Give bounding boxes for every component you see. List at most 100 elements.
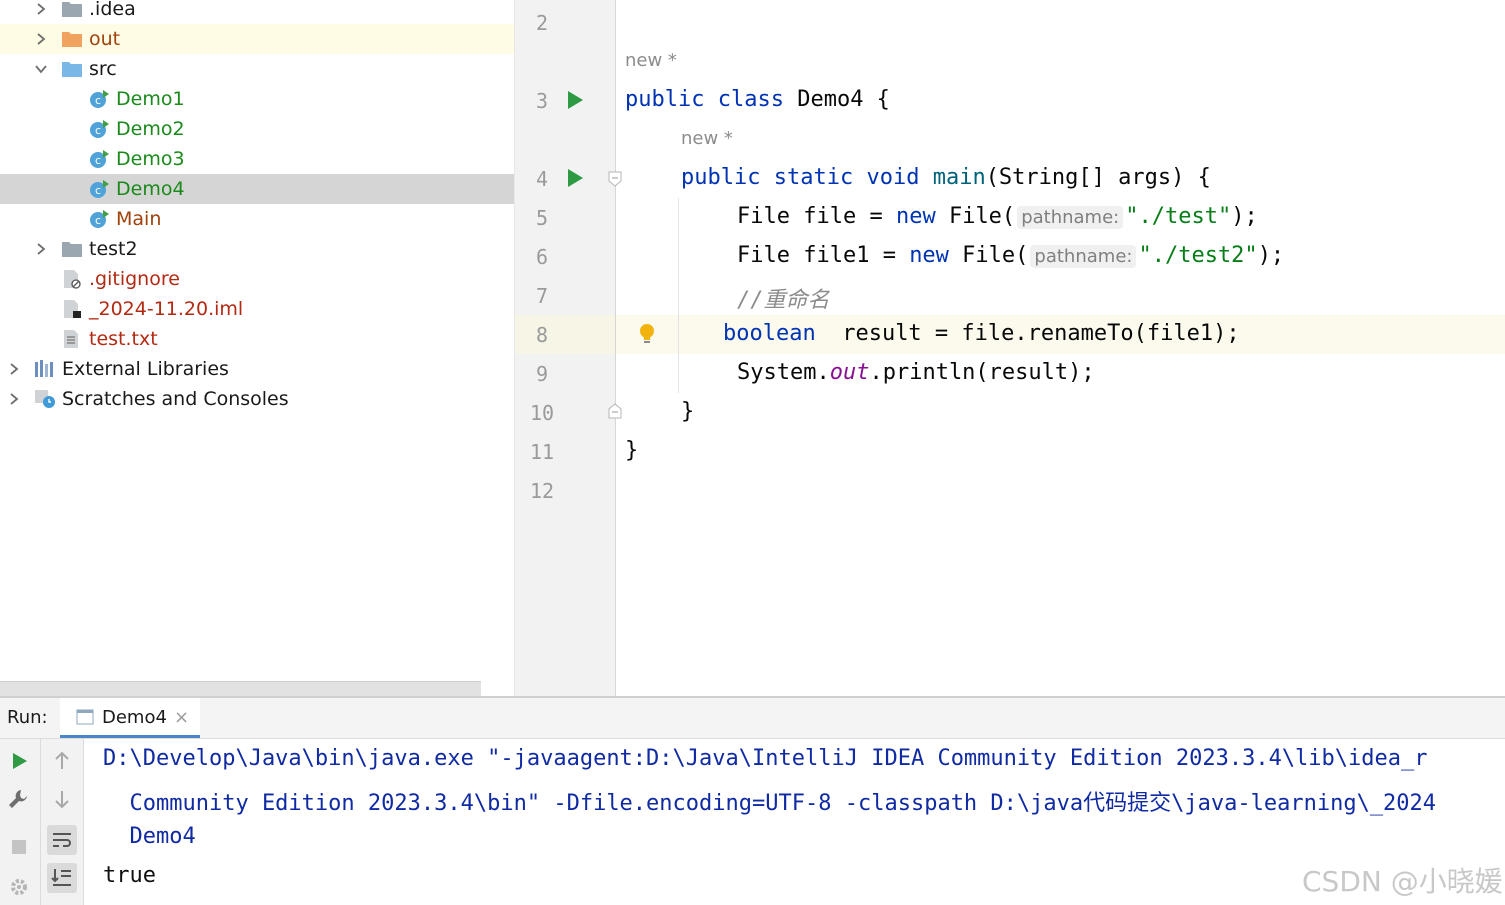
- java-class-icon: c: [90, 180, 109, 198]
- run-toolbar-secondary: [41, 739, 84, 905]
- code-line-5: File file = new File(pathname: "./test");: [737, 204, 1258, 229]
- tree-item-label: Demo2: [116, 118, 185, 140]
- indent-guide: [678, 198, 679, 393]
- scratches-icon: [35, 390, 55, 408]
- svg-text:c: c: [95, 184, 101, 197]
- console-icon: [76, 709, 94, 725]
- code-line-4: public static void main(String[] args) {: [681, 165, 1211, 190]
- tree-item-out[interactable]: out: [0, 24, 514, 54]
- tree-item-label: .idea: [89, 0, 136, 20]
- close-tab-icon[interactable]: ×: [174, 707, 189, 728]
- chevron-right-icon[interactable]: [7, 392, 21, 406]
- line-number: 10: [529, 401, 555, 425]
- line-number: 8: [535, 323, 549, 347]
- java-class-icon: c: [90, 150, 109, 168]
- java-class-icon: c: [90, 90, 109, 108]
- run-class-icon[interactable]: [568, 91, 583, 109]
- tree-item-gitignore[interactable]: .gitignore: [0, 264, 514, 294]
- console-output[interactable]: D:\Develop\Java\bin\java.exe "-javaagent…: [84, 739, 1505, 905]
- arrow-down-icon[interactable]: [50, 787, 74, 811]
- run-toolbar-primary: [0, 739, 41, 905]
- run-tool-window-header: Run: Demo4 ×: [0, 698, 1505, 739]
- console-line: Demo4: [103, 824, 196, 849]
- tree-item-external-libraries[interactable]: External Libraries: [0, 354, 514, 384]
- tree-item-label: _2024-11.20.iml: [89, 298, 244, 320]
- code-line-11: }: [625, 438, 639, 463]
- tree-item-main[interactable]: c Main: [0, 204, 514, 234]
- chevron-right-icon[interactable]: [7, 362, 21, 376]
- chevron-right-icon[interactable]: [34, 242, 48, 256]
- tree-item-demo3[interactable]: c Demo3: [0, 144, 514, 174]
- parameter-hint: pathname:: [1017, 206, 1124, 229]
- code-vision-hint[interactable]: new *: [681, 128, 733, 149]
- tree-item-label: test2: [89, 238, 138, 260]
- java-class-icon: c: [90, 120, 109, 138]
- watermark: CSDN @小晓媛: [1302, 865, 1503, 898]
- line-number: 3: [535, 89, 549, 113]
- tree-item-scratches[interactable]: Scratches and Consoles: [0, 384, 514, 414]
- tree-item-label: External Libraries: [62, 358, 229, 380]
- stop-icon[interactable]: [7, 835, 31, 859]
- settings-icon[interactable]: [7, 875, 31, 899]
- tree-item-src[interactable]: src: [0, 54, 514, 84]
- tree-item-label: out: [89, 28, 121, 50]
- line-number: 9: [535, 362, 549, 386]
- tree-item-demo4[interactable]: c Demo4: [0, 174, 514, 204]
- tree-item-idea[interactable]: .idea: [0, 0, 514, 24]
- arrow-up-icon[interactable]: [50, 749, 74, 773]
- console-line: Community Edition 2023.3.4\bin" -Dfile.e…: [103, 791, 1437, 816]
- console-line: D:\Develop\Java\bin\java.exe "-javaagent…: [103, 746, 1428, 771]
- folder-icon: [62, 2, 82, 17]
- svg-text:c: c: [95, 154, 101, 167]
- tree-item-demo2[interactable]: c Demo2: [0, 114, 514, 144]
- tree-item-iml[interactable]: _2024-11.20.iml: [0, 294, 514, 324]
- gitignore-file-icon: [64, 270, 81, 289]
- project-tool-window: .idea out src c Demo1 c Demo2 c Demo3 c …: [0, 0, 514, 696]
- lightbulb-icon[interactable]: [638, 322, 656, 346]
- parameter-hint: pathname:: [1030, 245, 1137, 268]
- code-line-6: File file1 = new File(pathname: "./test2"…: [737, 243, 1285, 268]
- chevron-right-icon[interactable]: [34, 2, 48, 16]
- tree-item-label: src: [89, 58, 117, 80]
- chevron-down-icon[interactable]: [34, 62, 48, 76]
- code-line-9: System.out.println(result);: [737, 360, 1095, 385]
- run-label: Run:: [7, 707, 48, 728]
- tree-item-label: Demo1: [116, 88, 185, 110]
- chevron-right-icon[interactable]: [34, 32, 48, 46]
- run-main-icon[interactable]: [568, 169, 583, 187]
- tree-item-label: Scratches and Consoles: [62, 388, 289, 410]
- rerun-icon[interactable]: [7, 749, 31, 773]
- code-line-8: boolean result = file.renameTo(file1);: [723, 321, 1240, 346]
- active-tab-indicator: [60, 735, 200, 738]
- tab-label: Demo4: [102, 707, 167, 728]
- line-number: 12: [529, 479, 555, 503]
- line-number: 11: [529, 440, 555, 464]
- line-number: 5: [535, 206, 549, 230]
- svg-text:c: c: [95, 124, 101, 137]
- code-line-3: public class Demo4 {: [625, 87, 890, 112]
- tree-item-label: Demo4: [116, 178, 185, 200]
- scroll-to-end-icon[interactable]: [47, 863, 77, 893]
- iml-file-icon: [64, 300, 81, 318]
- line-number: 7: [535, 284, 549, 308]
- tab-demo4[interactable]: Demo4 ×: [60, 698, 200, 738]
- tree-item-label: test.txt: [89, 328, 158, 350]
- java-class-icon: c: [90, 210, 109, 228]
- tree-item-label: .gitignore: [89, 268, 180, 290]
- tree-item-test-txt[interactable]: test.txt: [0, 324, 514, 354]
- svg-text:c: c: [95, 94, 101, 107]
- console-line: true: [103, 863, 156, 888]
- folder-icon: [62, 242, 82, 257]
- soft-wrap-icon[interactable]: [47, 825, 77, 855]
- code-vision-hint[interactable]: new *: [625, 50, 677, 71]
- horizontal-scrollbar[interactable]: [0, 681, 481, 696]
- tree-item-test2[interactable]: test2: [0, 234, 514, 264]
- wrench-icon[interactable]: [7, 787, 31, 811]
- folder-orange-icon: [62, 32, 82, 47]
- code-line-7: //重命名: [737, 288, 830, 313]
- tree-item-label: Demo3: [116, 148, 185, 170]
- library-icon: [35, 360, 53, 377]
- tree-item-demo1[interactable]: c Demo1: [0, 84, 514, 114]
- line-number: 2: [535, 11, 549, 35]
- folder-blue-icon: [62, 62, 82, 77]
